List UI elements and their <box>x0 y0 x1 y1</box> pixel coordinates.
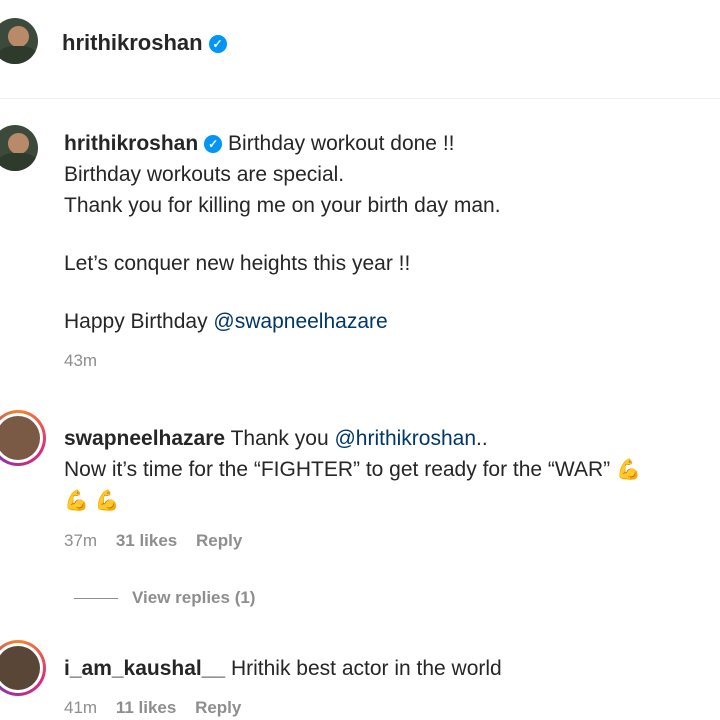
header-username[interactable]: hrithikroshan <box>62 30 203 55</box>
caption: hrithikroshan ✓ Birthday workout done !! … <box>64 128 501 371</box>
comment-avatar[interactable] <box>0 410 46 466</box>
mention-link[interactable]: @hrithikroshan <box>334 427 476 450</box>
reply-button[interactable]: Reply <box>196 531 242 550</box>
comment-avatar[interactable] <box>0 640 46 696</box>
caption-line-2: Birthday workouts are special. <box>64 163 345 186</box>
caption-line-4: Let’s conquer new heights this year !! <box>64 252 411 275</box>
comment-text: Thank you <box>230 427 335 450</box>
caption-time: 43m <box>64 351 98 370</box>
caption-line-5: Happy Birthday <box>64 310 214 333</box>
comment-text-suffix: .. <box>476 427 488 450</box>
post-header: hrithikroshan ✓ <box>0 0 720 99</box>
comment: i_am_kaushal__ Hrithik best actor in the… <box>64 653 502 718</box>
comment-time: 41m <box>64 698 98 717</box>
caption-avatar[interactable] <box>0 125 38 171</box>
comment-meta: 37m 31 likes Reply <box>64 531 641 551</box>
comment-likes[interactable]: 31 likes <box>116 531 177 550</box>
verified-badge-icon: ✓ <box>204 135 223 153</box>
comment-meta: 41m 11 likes Reply <box>64 698 502 718</box>
view-replies-label: View replies (1) <box>132 588 256 607</box>
comment-likes[interactable]: 11 likes <box>116 698 177 717</box>
caption-line-3: Thank you for killing me on your birth d… <box>64 194 501 217</box>
flexed-biceps-icon: 💪 💪 <box>64 490 120 512</box>
mention-link[interactable]: @swapneelhazare <box>213 310 387 333</box>
reply-button[interactable]: Reply <box>195 698 241 717</box>
comment-time: 37m <box>64 531 98 550</box>
caption-line-1: Birthday workout done !! <box>228 132 455 155</box>
flexed-biceps-icon: 💪 <box>615 459 641 481</box>
comment-username[interactable]: swapneelhazare <box>64 427 225 450</box>
comment: swapneelhazare Thank you @hrithikroshan.… <box>64 423 641 551</box>
comment-line-2: Now it’s time for the “FIGHTER” to get r… <box>64 458 611 481</box>
caption-username[interactable]: hrithikroshan <box>64 132 198 155</box>
header-avatar[interactable] <box>0 18 38 64</box>
view-replies-button[interactable]: View replies (1) <box>74 588 269 608</box>
comment-text: Hrithik best actor in the world <box>230 657 502 680</box>
header-user: hrithikroshan ✓ <box>62 30 227 56</box>
comment-username[interactable]: i_am_kaushal__ <box>64 657 225 680</box>
verified-badge-icon: ✓ <box>208 35 227 53</box>
divider <box>74 598 118 600</box>
